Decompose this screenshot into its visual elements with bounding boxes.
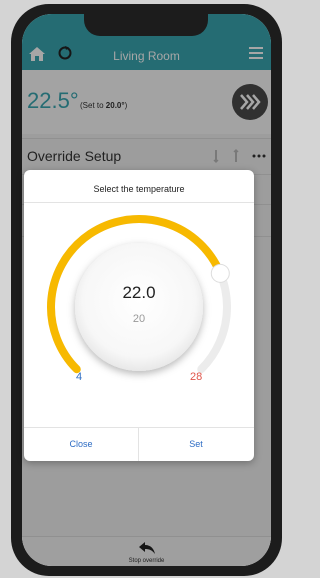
set-button[interactable]: Set	[139, 427, 253, 461]
dial-knob-face	[75, 243, 203, 371]
current-setpoint: 20	[133, 313, 145, 325]
min-temp-label: 4	[76, 371, 83, 383]
dialog-title: Select the temperature	[93, 184, 185, 194]
temperature-dial[interactable]: 22.0 20	[24, 210, 254, 440]
temperature-dialog: Select the temperature 22.0 20 4 28 Clos…	[24, 170, 254, 461]
selected-temperature: 22.0	[122, 283, 155, 302]
dialog-divider	[24, 202, 254, 203]
phone-notch	[84, 14, 208, 36]
dial-handle[interactable]	[210, 263, 230, 283]
close-button[interactable]: Close	[24, 427, 138, 461]
max-temp-label: 28	[190, 371, 203, 383]
